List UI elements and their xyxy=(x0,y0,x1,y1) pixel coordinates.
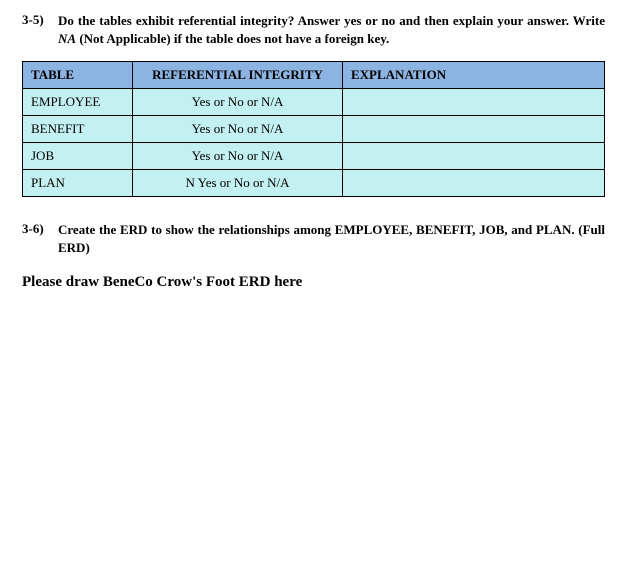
cell-table-name: EMPLOYEE xyxy=(23,89,133,116)
q35-na: NA xyxy=(58,31,76,46)
cell-explanation xyxy=(343,116,605,143)
cell-table-name: PLAN xyxy=(23,170,133,197)
table-row: JOB Yes or No or N/A xyxy=(23,143,605,170)
cell-table-name: BENEFIT xyxy=(23,116,133,143)
question-number-3-6: 3-6) xyxy=(22,221,58,256)
referential-integrity-table: TABLE REFERENTIAL INTEGRITY EXPLANATION … xyxy=(22,61,605,197)
cell-explanation xyxy=(343,143,605,170)
question-3-5: 3-5) Do the tables exhibit referential i… xyxy=(22,12,605,47)
q35-text-post: (Not Applicable) if the table does not h… xyxy=(76,31,389,46)
cell-ri: Yes or No or N/A xyxy=(133,89,343,116)
cell-ri: Yes or No or N/A xyxy=(133,116,343,143)
header-ri: REFERENTIAL INTEGRITY xyxy=(133,62,343,89)
cell-explanation xyxy=(343,89,605,116)
question-text-3-5: Do the tables exhibit referential integr… xyxy=(58,12,605,47)
table-row: PLAN N Yes or No or N/A xyxy=(23,170,605,197)
question-number-3-5: 3-5) xyxy=(22,12,58,47)
header-explanation: EXPLANATION xyxy=(343,62,605,89)
cell-explanation xyxy=(343,170,605,197)
question-3-6: 3-6) Create the ERD to show the relation… xyxy=(22,221,605,256)
table-row: BENEFIT Yes or No or N/A xyxy=(23,116,605,143)
erd-draw-prompt: Please draw BeneCo Crow's Foot ERD here xyxy=(22,274,605,291)
table-row: EMPLOYEE Yes or No or N/A xyxy=(23,89,605,116)
question-text-3-6: Create the ERD to show the relationships… xyxy=(58,221,605,256)
q35-text-pre: Do the tables exhibit referential integr… xyxy=(58,13,605,28)
header-table: TABLE xyxy=(23,62,133,89)
cell-ri: N Yes or No or N/A xyxy=(133,170,343,197)
table-header-row: TABLE REFERENTIAL INTEGRITY EXPLANATION xyxy=(23,62,605,89)
cell-table-name: JOB xyxy=(23,143,133,170)
cell-ri: Yes or No or N/A xyxy=(133,143,343,170)
